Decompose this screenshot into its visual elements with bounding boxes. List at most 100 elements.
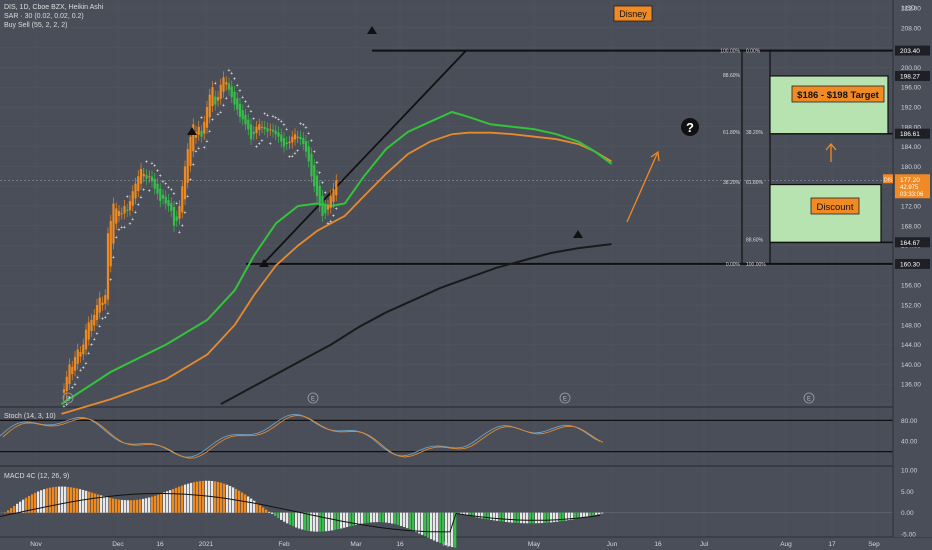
macd-histogram-bar — [367, 512, 370, 523]
sar-dot: + — [208, 129, 211, 135]
macd-histogram-bar — [499, 512, 502, 522]
price-axis: 212.00208.00204.00200.00196.00192.00188.… — [883, 0, 932, 539]
macd-histogram-bar — [115, 499, 118, 513]
candle-body — [211, 87, 214, 107]
time-tick: 17 — [828, 541, 836, 548]
candle-body — [307, 146, 310, 162]
time-tick: Jul — [700, 541, 709, 548]
time-tick: Dec — [112, 541, 124, 548]
macd-histogram-bar — [601, 512, 604, 514]
macd-histogram-bar — [202, 480, 205, 513]
target-label: $186 - $198 Target — [797, 90, 880, 101]
time-tick: Sep — [868, 541, 880, 548]
macd-histogram-bar — [70, 487, 73, 513]
macd-histogram-bar — [172, 488, 175, 513]
macd-histogram-bar — [526, 512, 529, 524]
macd-histogram-bar — [166, 491, 169, 513]
macd-histogram-bar — [262, 507, 265, 513]
macd-histogram-bar — [52, 487, 55, 513]
macd-histogram-bar — [112, 498, 115, 513]
macd-histogram-bar — [67, 486, 70, 513]
macd-histogram-bar — [424, 512, 427, 537]
chart-canvas[interactable]: + ++++++ ++++++++ ++++++ + +++++++++++ ++++ ++ +… — [0, 0, 932, 550]
price-tag-label: 203.40 — [900, 48, 920, 55]
macd-histogram-bar — [130, 500, 133, 513]
current-symbol: DIS — [884, 177, 893, 183]
sar-dot: + — [148, 188, 151, 194]
macd-histogram-bar — [592, 512, 595, 516]
macd-histogram-bar — [16, 503, 19, 513]
candle-body — [271, 129, 275, 132]
candle-body — [329, 196, 332, 208]
candle-body — [238, 103, 242, 117]
sar-dot: + — [239, 88, 242, 94]
macd-histogram-bar — [133, 500, 136, 513]
sar-dot: + — [178, 230, 181, 236]
time-tick: Nov — [30, 541, 42, 548]
sar-dot: + — [250, 109, 253, 115]
macd-histogram-bar — [253, 500, 256, 513]
fib-left-label: 38.20% — [723, 180, 741, 186]
sar-dot: + — [203, 145, 206, 151]
macd-histogram-bar — [22, 499, 25, 513]
sar-dot: + — [310, 139, 313, 145]
candle-body — [153, 178, 156, 189]
candle-body — [120, 213, 123, 215]
macd-histogram-bar — [199, 481, 202, 513]
macd-tick: 5.00 — [901, 489, 914, 496]
symbol-legend[interactable]: DIS, 1D, Cboe BZX, Heikin Ashi — [4, 3, 103, 12]
macd-tick: -5.00 — [901, 532, 916, 539]
candle-body — [117, 210, 121, 217]
macd-histogram-bar — [58, 486, 61, 513]
stoch-legend[interactable]: Stoch (14, 3, 10) — [4, 412, 56, 421]
macd-histogram-bar — [532, 512, 535, 524]
candle-body — [296, 136, 299, 138]
macd-histogram-bar — [496, 512, 499, 521]
macd-histogram-bar — [508, 512, 511, 523]
macd-histogram-bar — [37, 491, 40, 513]
candle-body — [87, 322, 90, 340]
buysell-legend[interactable]: Buy Sell (55, 2, 2, 2) — [4, 21, 67, 30]
earnings-label: E — [311, 397, 315, 403]
macd-histogram-bar — [238, 490, 241, 513]
candle-body — [178, 206, 181, 219]
macd-histogram-bar — [376, 512, 379, 523]
currency-label: USD — [902, 5, 916, 12]
candle-body — [326, 206, 330, 210]
sar-dot: + — [321, 181, 324, 187]
macd-histogram-bar — [271, 512, 274, 514]
macd-histogram-bar — [490, 512, 493, 520]
sar-dot: + — [296, 148, 299, 154]
macd-histogram-bar — [550, 512, 553, 523]
macd-histogram-bar — [298, 512, 301, 529]
sar-dot: + — [184, 211, 187, 217]
macd-legend[interactable]: MACD 4C (12, 26, 9) — [4, 472, 69, 481]
sar-dot: + — [285, 127, 288, 133]
macd-histogram-bar — [286, 512, 289, 524]
candle-body — [255, 126, 258, 134]
candle-body — [137, 176, 140, 192]
macd-histogram-bar — [136, 499, 139, 513]
macd-histogram-bar — [595, 512, 598, 515]
macd-histogram-bar — [235, 488, 238, 513]
macd-histogram-bar — [157, 494, 160, 513]
macd-histogram-bar — [40, 490, 43, 513]
price-tick: 184.00 — [901, 144, 921, 151]
sar-legend[interactable]: SAR · 30 (0.02, 0.02, 0.2) — [4, 12, 84, 21]
candle-body — [249, 124, 253, 140]
sar-dot: + — [85, 361, 88, 367]
macd-histogram-bar — [118, 499, 121, 513]
macd-histogram-bar — [523, 512, 526, 524]
macd-histogram-bar — [586, 512, 589, 517]
fib-right-label: 38.20% — [746, 130, 764, 136]
macd-histogram-bar — [193, 482, 196, 513]
sar-dot: + — [316, 160, 319, 166]
macd-histogram-bar — [430, 512, 433, 540]
macd-histogram-bar — [295, 512, 298, 528]
macd-histogram-bar — [553, 512, 556, 523]
price-tick: 152.00 — [901, 303, 921, 310]
candle-body — [145, 175, 148, 179]
current-price-timer: 03:33:06 — [900, 192, 924, 198]
sar-dot: + — [192, 163, 195, 169]
macd-histogram-bar — [406, 512, 409, 529]
